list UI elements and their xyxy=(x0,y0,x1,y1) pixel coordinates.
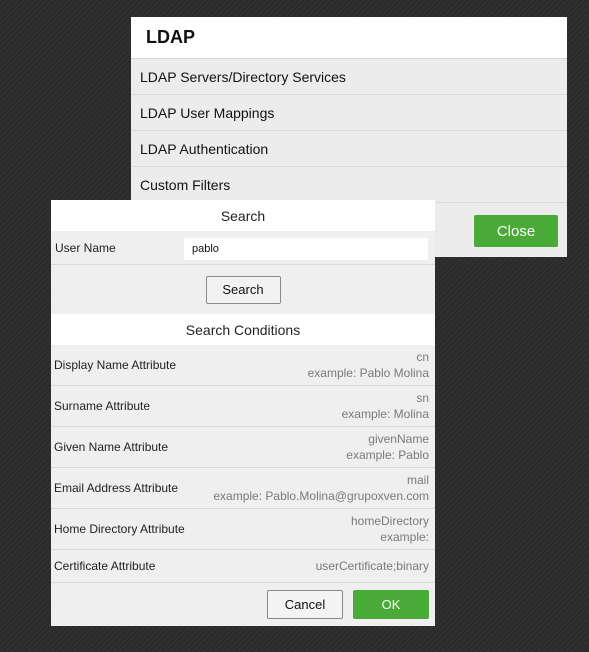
condition-values: givenName example: Pablo xyxy=(346,431,429,463)
menu-item-custom-filters[interactable]: Custom Filters xyxy=(131,167,567,203)
menu-item-label: LDAP User Mappings xyxy=(140,104,275,121)
menu-item-label: Custom Filters xyxy=(140,176,231,193)
ok-button[interactable]: OK xyxy=(353,589,429,619)
condition-label: Email Address Attribute xyxy=(54,481,179,495)
condition-example: example: xyxy=(380,530,429,544)
condition-values: userCertificate;binary xyxy=(316,558,429,574)
condition-label: Display Name Attribute xyxy=(54,358,177,372)
condition-value: sn xyxy=(416,391,429,405)
condition-label: Given Name Attribute xyxy=(54,440,169,454)
dialog-footer: Cancel OK xyxy=(51,582,435,626)
menu-item-ldap-authentication[interactable]: LDAP Authentication xyxy=(131,131,567,167)
condition-label: Surname Attribute xyxy=(54,399,151,413)
condition-row-surname[interactable]: Surname Attribute sn example: Molina xyxy=(51,386,435,427)
menu-item-label: LDAP Servers/Directory Services xyxy=(140,68,346,85)
condition-value: userCertificate;binary xyxy=(315,559,429,573)
user-name-label: User Name xyxy=(55,240,116,255)
condition-value: homeDirectory xyxy=(350,514,429,528)
condition-row-display-name[interactable]: Display Name Attribute cn example: Pablo… xyxy=(51,345,435,386)
condition-example: example: Pablo xyxy=(346,448,429,462)
condition-example: example: Molina xyxy=(341,407,429,421)
search-dialog: Search User Name Search Search Condition… xyxy=(51,200,435,626)
menu-item-ldap-servers[interactable]: LDAP Servers/Directory Services xyxy=(131,59,567,95)
menu-item-label: LDAP Authentication xyxy=(140,140,269,157)
condition-value: mail xyxy=(406,473,429,487)
search-button-area: Search xyxy=(51,265,435,314)
search-section-title: Search xyxy=(51,200,435,231)
search-conditions-title: Search Conditions xyxy=(51,314,435,345)
condition-example: example: Pablo.Molina@grupoxven.com xyxy=(213,489,429,503)
condition-label: Certificate Attribute xyxy=(54,559,156,573)
condition-row-certificate[interactable]: Certificate Attribute userCertificate;bi… xyxy=(51,550,435,583)
condition-values: homeDirectory example: xyxy=(351,513,429,545)
cancel-button[interactable]: Cancel xyxy=(267,589,343,619)
condition-row-home-directory[interactable]: Home Directory Attribute homeDirectory e… xyxy=(51,509,435,550)
condition-row-given-name[interactable]: Given Name Attribute givenName example: … xyxy=(51,427,435,468)
search-button[interactable]: Search xyxy=(205,275,281,304)
condition-label: Home Directory Attribute xyxy=(54,522,185,536)
user-name-input[interactable] xyxy=(184,238,428,260)
condition-example: example: Pablo Molina xyxy=(307,366,429,380)
condition-row-email-address[interactable]: Email Address Attribute mail example: Pa… xyxy=(51,468,435,509)
condition-values: cn example: Pablo Molina xyxy=(308,349,429,381)
condition-value: cn xyxy=(416,350,429,364)
menu-item-ldap-user-mappings[interactable]: LDAP User Mappings xyxy=(131,95,567,131)
ldap-title: LDAP xyxy=(131,17,567,59)
condition-values: sn example: Molina xyxy=(342,390,429,422)
condition-values: mail example: Pablo.Molina@grupoxven.com xyxy=(213,472,429,504)
close-button[interactable]: Close xyxy=(474,215,558,247)
condition-value: givenName xyxy=(368,432,429,446)
